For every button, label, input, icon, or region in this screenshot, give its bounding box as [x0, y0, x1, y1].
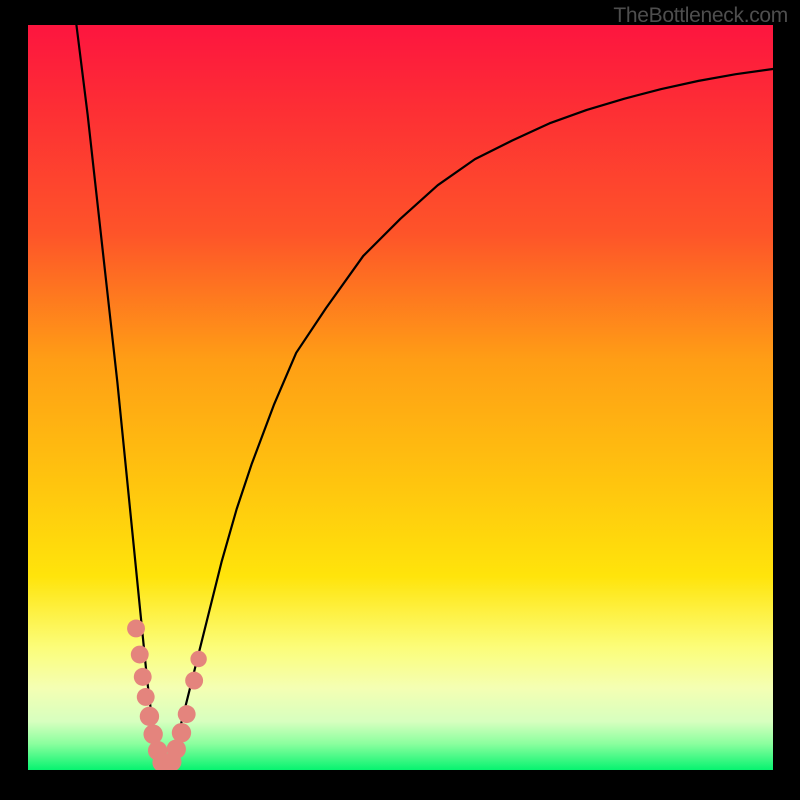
chart-frame: TheBottleneck.com	[0, 0, 800, 800]
bottleneck-chart	[28, 25, 773, 770]
plot-area	[28, 25, 773, 770]
watermark-text: TheBottleneck.com	[613, 4, 788, 28]
